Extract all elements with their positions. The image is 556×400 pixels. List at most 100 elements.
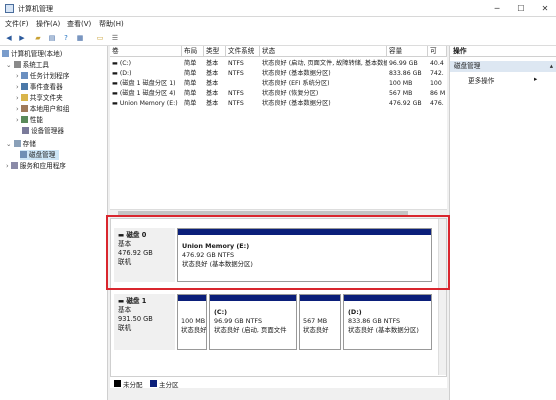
menu-file[interactable]: 文件(F) (5, 19, 29, 29)
column-header-volume[interactable]: 卷 (110, 46, 182, 57)
close-button[interactable]: ✕ (534, 0, 556, 17)
table-cell[interactable]: 基本 (204, 99, 226, 109)
clock-icon (20, 72, 28, 79)
table-cell[interactable]: NTFS (226, 69, 260, 79)
table-cell[interactable]: 96.99 GB (387, 59, 428, 69)
column-header-type[interactable]: 类型 (204, 46, 226, 57)
storage-icon (13, 140, 21, 147)
column-header-layout[interactable]: 布局 (182, 46, 204, 57)
forward-arrow-icon[interactable]: ▶ (17, 33, 27, 43)
table-cell[interactable]: NTFS (226, 89, 260, 99)
collapse-up-icon[interactable]: ▴ (550, 61, 553, 72)
partition-efi[interactable]: 100 MB 状态良好 (177, 294, 207, 350)
menu-bar: 文件(F) 操作(A) 查看(V) 帮助(H) (0, 17, 556, 30)
more-actions-link[interactable]: 更多操作 ▸ (468, 75, 537, 85)
column-header-status[interactable]: 状态 (260, 46, 387, 57)
list-icon[interactable]: ☰ (110, 33, 120, 43)
title-bar: 计算机管理 ─ ☐ ✕ (0, 0, 556, 17)
table-cell[interactable]: 简单 (182, 79, 204, 89)
table-cell[interactable]: 状态良好 (启动, 页面文件, 故障转储, 基本数据分区) (260, 59, 387, 69)
column-header-filesystem[interactable]: 文件系统 (226, 46, 260, 57)
tree-item-local-users[interactable]: › 本地用户和组 (16, 104, 69, 114)
menu-action[interactable]: 操作(A) (36, 19, 60, 29)
table-cell[interactable]: 100 MB (387, 79, 428, 89)
actions-pane: 操作 磁盘管理 ▴ 更多操作 ▸ (449, 46, 556, 400)
tree-item-services-apps[interactable]: › 服务和应用程序 (6, 161, 66, 171)
tree-item-disk-management[interactable]: 磁盘管理 (20, 150, 60, 160)
table-cell[interactable]: 基本 (204, 69, 226, 79)
collapse-chevron-icon[interactable]: ⌄ (6, 140, 14, 148)
table-cell[interactable]: 简单 (182, 99, 204, 109)
folder-icon (20, 94, 28, 101)
column-header-capacity[interactable]: 容量 (387, 46, 428, 57)
up-folder-icon[interactable]: ▰ (33, 33, 43, 43)
show-hide-tree-icon[interactable]: ▦ (75, 33, 85, 43)
volume-name-cell[interactable]: ▬ Union Memory (E:) (110, 99, 182, 109)
disk-1-label[interactable]: ▬ 磁盘 1 基本 931.50 GB 联机 (114, 294, 175, 350)
table-cell[interactable]: 简单 (182, 59, 204, 69)
menu-view[interactable]: 查看(V) (67, 19, 91, 29)
disk-management-icon (20, 151, 27, 158)
table-cell[interactable]: NTFS (226, 99, 260, 109)
table-cell[interactable]: 基本 (204, 79, 226, 89)
menu-help[interactable]: 帮助(H) (99, 19, 124, 29)
table-cell[interactable]: 476.92 GB (387, 99, 428, 109)
table-cell[interactable] (226, 79, 260, 89)
table-cell[interactable]: 基本 (204, 89, 226, 99)
computer-management-icon (5, 4, 14, 13)
table-cell[interactable]: 状态良好 (基本数据分区) (260, 69, 387, 79)
volume-name-cell[interactable]: ▬ (磁盘 1 磁盘分区 1) (110, 79, 182, 89)
table-cell[interactable]: 86 M (428, 89, 447, 99)
table-cell[interactable]: 状态良好 (基本数据分区) (260, 99, 387, 109)
properties-icon[interactable]: ▤ (47, 33, 57, 43)
table-cell[interactable]: 100 (428, 79, 447, 89)
disk-icon[interactable]: ▭ (95, 33, 105, 43)
tree-item-storage[interactable]: ⌄ 存储 (6, 139, 36, 149)
submenu-arrow-icon: ▸ (534, 75, 538, 83)
highlight-box (106, 215, 450, 290)
event-icon (20, 83, 28, 90)
table-cell[interactable]: 40.4 (428, 59, 447, 69)
services-icon (10, 162, 18, 169)
collapse-chevron-icon[interactable]: ⌄ (6, 61, 14, 69)
volume-name-cell[interactable]: ▬ (C:) (110, 59, 182, 69)
table-cell[interactable]: 状态良好 (恢复分区) (260, 89, 387, 99)
legend-label-unallocated: 未分配 (123, 381, 143, 389)
computer-icon (2, 50, 9, 57)
maximize-button[interactable]: ☐ (510, 0, 532, 17)
table-cell[interactable]: 742. (428, 69, 447, 79)
actions-header: 操作 (450, 46, 556, 57)
partition-c[interactable]: (C:) 96.99 GB NTFS 状态良好 (启动, 页面文件 (209, 294, 297, 350)
volume-name-cell[interactable]: ▬ (磁盘 1 磁盘分区 4) (110, 89, 182, 99)
tree-item-event-viewer[interactable]: › 事件查看器 (16, 82, 63, 92)
table-cell[interactable]: 简单 (182, 69, 204, 79)
back-arrow-icon[interactable]: ◀ (4, 33, 14, 43)
window-title: 计算机管理 (18, 5, 53, 13)
table-cell[interactable]: NTFS (226, 59, 260, 69)
minimize-button[interactable]: ─ (486, 0, 508, 17)
partition-d[interactable]: (D:) 833.86 GB NTFS 状态良好 (基本数据分区) (343, 294, 432, 350)
legend-swatch-primary (150, 380, 157, 387)
legend: 未分配 主分区 (110, 376, 447, 389)
console-tree: 计算机管理(本地) ⌄ 系统工具 › 任务计划程序 › 事件查看器 › 共享文件… (0, 46, 108, 400)
help-icon[interactable]: ? (61, 33, 71, 43)
partition-recovery[interactable]: 567 MB 状态良好 (299, 294, 341, 350)
volume-name-cell[interactable]: ▬ (D:) (110, 69, 182, 79)
table-cell[interactable]: 567 MB (387, 89, 428, 99)
tree-item-root[interactable]: 计算机管理(本地) (2, 49, 62, 59)
table-cell[interactable]: 基本 (204, 59, 226, 69)
table-cell[interactable]: 简单 (182, 89, 204, 99)
tree-item-performance[interactable]: › 性能 (16, 115, 43, 125)
performance-icon (20, 116, 28, 123)
tree-item-system-tools[interactable]: ⌄ 系统工具 (6, 60, 49, 70)
tree-item-shared-folders[interactable]: › 共享文件夹 (16, 93, 63, 103)
table-cell[interactable]: 833.86 GB (387, 69, 428, 79)
tree-item-task-scheduler[interactable]: › 任务计划程序 (16, 71, 69, 81)
column-header-free[interactable]: 可 (428, 46, 447, 57)
table-cell[interactable]: 状态良好 (EFI 系统分区) (260, 79, 387, 89)
users-icon (20, 105, 28, 112)
tree-item-device-manager[interactable]: 设备管理器 (22, 126, 64, 136)
toolbar: ◀ ▶ ▰ ▤ ? ▦ ▭ ☰ (0, 30, 556, 46)
actions-section-disk-management[interactable]: 磁盘管理 ▴ (450, 61, 556, 72)
table-cell[interactable]: 476. (428, 99, 447, 109)
